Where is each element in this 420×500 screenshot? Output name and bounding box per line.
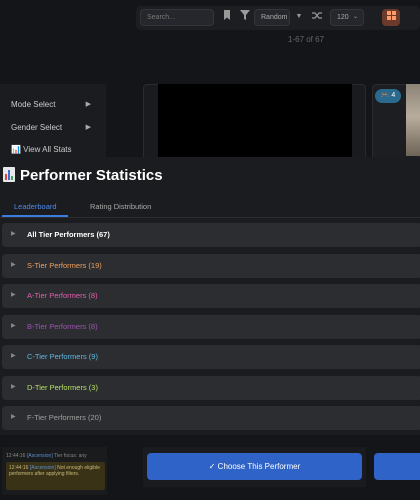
expand-arrow-icon: ▶	[11, 231, 16, 237]
tab-rating-distribution[interactable]: Rating Distribution	[90, 202, 151, 211]
left-menu: Mode Select ▶ Gender Select ▶ 📊 View All…	[0, 84, 106, 164]
tier-row[interactable]: ▶ F-Tier Performers (20)	[2, 406, 420, 430]
tier-row[interactable]: ▶ C-Tier Performers (9)	[2, 345, 420, 369]
log-tag: [Ascension]	[26, 453, 53, 459]
tier-label: B-Tier Performers (8)	[27, 321, 98, 331]
tier-label: D-Tier Performers (3)	[27, 382, 98, 392]
chevron-right-icon: ▶	[85, 124, 91, 131]
bar-chart-icon	[3, 167, 15, 182]
count-badge: 🎮 4	[375, 89, 401, 103]
choose-performer-button-right[interactable]	[374, 453, 420, 480]
tier-row[interactable]: ▶ All Tier Performers (67)	[2, 223, 420, 247]
expand-arrow-icon: ▶	[11, 261, 16, 268]
menu-item-gender-select[interactable]: Gender Select	[11, 123, 62, 132]
menu-item-view-all-stats[interactable]: 📊 View All Stats	[11, 145, 72, 154]
shuffle-icon[interactable]	[310, 10, 324, 24]
log-warning: 12:44:16 [Ascension] Not enough eligible…	[6, 462, 105, 490]
tier-label: F-Tier Performers (20)	[27, 413, 102, 422]
tab-leaderboard[interactable]: Leaderboard	[14, 202, 57, 211]
top-toolbar: Search... Random ▼ 120 ⌄	[136, 6, 420, 30]
tier-row[interactable]: ▶ D-Tier Performers (3)	[2, 375, 420, 400]
stats-modal: Performer Statistics Leaderboard Rating …	[0, 157, 420, 435]
menu-item-mode-select[interactable]: Mode Select	[11, 100, 55, 109]
choose-performer-button[interactable]: ✓ Choose This Performer	[147, 453, 362, 480]
performer-photo	[406, 84, 420, 156]
grid-icon[interactable]	[382, 9, 400, 26]
active-tab-indicator	[2, 215, 68, 217]
log-line: 12:44:16 [Ascension] Tier focus: any	[6, 453, 87, 459]
app-root: Search... Random ▼ 120 ⌄ 1-67 of 67 Mode …	[0, 0, 420, 500]
expand-arrow-icon: ▶	[11, 322, 16, 329]
modal-title: Performer Statistics	[20, 167, 163, 184]
tier-label: C-Tier Performers (9)	[27, 352, 98, 361]
tab-divider	[0, 217, 420, 218]
log-line: 12:44:16 [Ascension] Not enough eligible…	[9, 465, 105, 477]
log-time: 12:44:16	[6, 453, 26, 459]
filter-icon[interactable]	[238, 10, 252, 24]
result-counter: 1-67 of 67	[288, 35, 325, 44]
per-page-select[interactable]: 120 ⌄	[330, 9, 364, 26]
search-input[interactable]: Search...	[140, 9, 214, 26]
chevron-down-icon: ⌄	[352, 14, 358, 20]
tier-row[interactable]: ▶ S-Tier Performers (19)	[2, 253, 420, 278]
expand-arrow-icon: ▶	[11, 292, 16, 298]
expand-arrow-icon: ▶	[11, 383, 16, 390]
expand-arrow-icon: ▶	[11, 353, 16, 359]
sort-direction-icon[interactable]: ▼	[292, 10, 306, 24]
chevron-right-icon: ▶	[85, 101, 91, 108]
tier-label: All Tier Performers (67)	[27, 230, 110, 239]
tier-row[interactable]: ▶ B-Tier Performers (8)	[2, 314, 420, 339]
bookmark-icon[interactable]	[220, 10, 234, 24]
performer-image-placeholder	[158, 84, 352, 158]
tier-label: A-Tier Performers (8)	[27, 291, 98, 300]
log-text: Tier focus: any	[54, 453, 87, 459]
per-page-value: 120	[337, 14, 349, 21]
expand-arrow-icon: ▶	[11, 414, 16, 420]
activity-log: 12:44:16 [Ascension] Tier focus: any 12:…	[2, 447, 107, 495]
tier-row[interactable]: ▶ A-Tier Performers (8)	[2, 284, 420, 308]
tier-label: S-Tier Performers (19)	[27, 260, 102, 270]
sort-select[interactable]: Random	[254, 9, 290, 26]
